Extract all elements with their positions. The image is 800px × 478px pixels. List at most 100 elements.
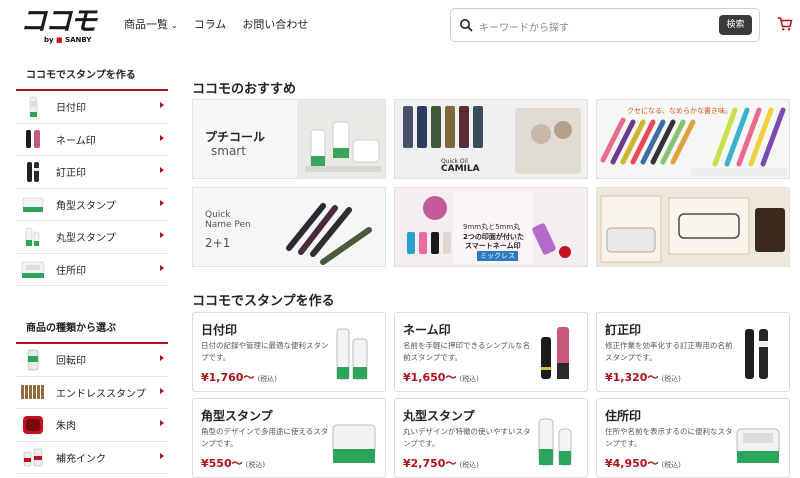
- banner-puchicoll-smart[interactable]: プチコール smart: [192, 99, 386, 179]
- card-description: 角型のデザインで多用途に使えるスタンプです。: [201, 427, 329, 448]
- banner-pens[interactable]: クセになる、なめらかな書き味。: [596, 99, 790, 179]
- card-price: ¥1,650〜 (税込): [403, 369, 479, 385]
- sidebar-item-endless-stamp[interactable]: エンドレススタンプ: [16, 377, 168, 409]
- square-stamp-thumbnail: [20, 191, 46, 217]
- sidebar-item-date-stamp[interactable]: 日付印: [16, 91, 168, 124]
- card-price: ¥4,950〜 (税込): [605, 455, 681, 471]
- card-price: ¥2,750〜 (税込): [403, 455, 479, 471]
- make-stamp-section-title: ココモでスタンプを作る: [192, 294, 335, 309]
- chevron-right-icon: [160, 452, 164, 459]
- chevron-right-icon: [160, 420, 164, 426]
- sidebar-make-stamp: ココモでスタンプを作る 日付印 ネーム印 訂正印 角型スタンプ 丸型スタンプ 住…: [16, 60, 168, 286]
- price-value: ¥1,320〜: [605, 371, 659, 384]
- card-description: 日付の記録や管理に最適な便利スタンプです。: [201, 341, 329, 362]
- sidebar-item-label: 丸型スタンプ: [56, 233, 116, 245]
- chevron-right-icon: [160, 387, 164, 394]
- banner-text-1: プチコール: [205, 130, 266, 144]
- recommend-section-title: ココモのおすすめ: [192, 82, 297, 97]
- card-title: 訂正印: [605, 323, 642, 337]
- nav-contact[interactable]: お問い合わせ: [242, 16, 308, 32]
- banner-text-2: CAMILA: [441, 164, 480, 174]
- sanby-mark-icon: ■: [56, 36, 63, 44]
- product-card-correction-stamp[interactable]: 訂正印 修正作業を効率化する訂正専用の名前スタンプです。 ¥1,320〜 (税込): [596, 312, 790, 392]
- chevron-right-icon: [160, 232, 164, 238]
- search-button[interactable]: 検索: [719, 15, 752, 35]
- banner-text-3: 2+1: [205, 236, 231, 250]
- square-stamp-product-image: [332, 424, 376, 463]
- endless-stamp-thumbnail: [20, 379, 46, 405]
- price-value: ¥1,650〜: [403, 371, 457, 384]
- sidebar-item-label: 角型スタンプ: [56, 200, 116, 212]
- date-stamp-thumbnail: [20, 94, 46, 120]
- sidebar-item-rotary-stamp[interactable]: 回転印: [16, 344, 168, 377]
- sidebar-item-label: 日付印: [56, 103, 86, 115]
- tax-label: (税込): [459, 375, 479, 383]
- sidebar-item-label: 補充インク: [56, 453, 106, 465]
- sidebar-item-label: 朱肉: [56, 421, 76, 433]
- card-title: 丸型スタンプ: [403, 409, 475, 423]
- card-title: ネーム印: [403, 323, 451, 337]
- product-card-address-stamp[interactable]: 住所印 住所や名前を表示するのに便利なスタンプです。 ¥4,950〜 (税込): [596, 398, 790, 478]
- address-stamp-thumbnail: [20, 256, 46, 282]
- card-description: 丸いデザインが特徴の使いやすいスタンプです。: [403, 427, 531, 448]
- banner-address-image: [597, 188, 789, 266]
- banner-address-stamp[interactable]: [596, 187, 790, 267]
- product-card-date-stamp[interactable]: 日付印 日付の記録や管理に最適な便利スタンプです。 ¥1,760〜 (税込): [192, 312, 386, 392]
- price-value: ¥2,750〜: [403, 457, 457, 470]
- card-price: ¥550〜 (税込): [201, 455, 265, 471]
- banner-camila[interactable]: Quick Oil CAMILA: [394, 99, 588, 179]
- chevron-right-icon: [160, 102, 164, 108]
- card-description: 名前を手軽に押印できるシンプルな名前スタンプです。: [403, 341, 531, 362]
- logo-by: by: [44, 36, 54, 44]
- sidebar-item-round-stamp[interactable]: 丸型スタンプ: [16, 221, 168, 254]
- name-stamp-thumbnail: [20, 126, 46, 152]
- site-logo[interactable]: ココモ by ■ SANBY: [20, 6, 98, 45]
- sidebar-product-types: 商品の種類から選ぶ 回転印 エンドレススタンプ 朱肉 補充インク: [16, 313, 168, 474]
- address-stamp-product-image: [736, 428, 780, 463]
- nav-products[interactable]: 商品一覧 ⌄: [124, 16, 178, 32]
- tax-label: (税込): [245, 461, 266, 469]
- sidebar-item-square-stamp[interactable]: 角型スタンプ: [16, 189, 168, 221]
- banner-mixless[interactable]: 9mm丸と5mm丸 2つの印面が付いた スマートネーム印 ミックレス: [394, 187, 588, 267]
- search-input[interactable]: キーワードから探す: [479, 19, 569, 34]
- product-card-name-stamp[interactable]: ネーム印 名前を手軽に押印できるシンプルな名前スタンプです。 ¥1,650〜 (税…: [394, 312, 588, 392]
- sidebar-item-name-stamp[interactable]: ネーム印: [16, 124, 168, 156]
- refill-ink-thumbnail: [20, 444, 46, 470]
- tax-label: (税込): [459, 461, 479, 469]
- sidebar-heading: 商品の種類から選ぶ: [16, 313, 168, 344]
- sidebar-item-ink-pad[interactable]: 朱肉: [16, 409, 168, 442]
- logo-text: ココモ: [20, 6, 97, 37]
- round-stamp-thumbnail: [20, 224, 46, 250]
- search-icon: [460, 19, 473, 32]
- card-description: 修正作業を効率化する訂正専用の名前スタンプです。: [605, 341, 733, 362]
- sidebar-item-label: ネーム印: [56, 135, 96, 147]
- price-value: ¥1,760〜: [201, 371, 255, 384]
- banner-text-2: Name Pen: [205, 220, 251, 230]
- nav-column[interactable]: コラム: [194, 16, 227, 32]
- cart-icon[interactable]: [777, 16, 793, 32]
- banner-quick-name-pen[interactable]: Quick Name Pen 2+1: [192, 187, 386, 267]
- correction-stamp-product-image: [745, 329, 768, 379]
- sidebar-item-label: 回転印: [56, 356, 86, 368]
- sidebar-item-label: エンドレススタンプ: [56, 388, 146, 400]
- rotary-stamp-thumbnail: [20, 347, 46, 373]
- chevron-right-icon: [160, 134, 164, 141]
- sidebar-item-correction-stamp[interactable]: 訂正印: [16, 156, 168, 189]
- banner-camila-image: [395, 100, 587, 178]
- tax-label: (税込): [661, 461, 681, 469]
- round-stamp-product-image: [538, 418, 572, 466]
- product-card-square-stamp[interactable]: 角型スタンプ 角型のデザインで多用途に使えるスタンプです。 ¥550〜 (税込): [192, 398, 386, 478]
- card-title: 住所印: [605, 409, 642, 423]
- chevron-right-icon: [160, 264, 164, 271]
- correction-stamp-thumbnail: [20, 159, 46, 185]
- card-price: ¥1,760〜 (税込): [201, 369, 277, 385]
- sidebar-item-label: 住所印: [56, 265, 86, 277]
- site-header: ココモ by ■ SANBY 商品一覧 ⌄ コラム お問い合わせ キーワードから探…: [0, 0, 800, 56]
- sidebar-item-address-stamp[interactable]: 住所印: [16, 254, 168, 286]
- sidebar-item-refill-ink[interactable]: 補充インク: [16, 442, 168, 474]
- card-title: 角型スタンプ: [201, 409, 273, 423]
- chevron-down-icon: ⌄: [171, 21, 178, 30]
- banner-text-4: ミックレス: [477, 251, 518, 261]
- banner-text-2: smart: [211, 144, 246, 158]
- product-card-round-stamp[interactable]: 丸型スタンプ 丸いデザインが特徴の使いやすいスタンプです。 ¥2,750〜 (税込…: [394, 398, 588, 478]
